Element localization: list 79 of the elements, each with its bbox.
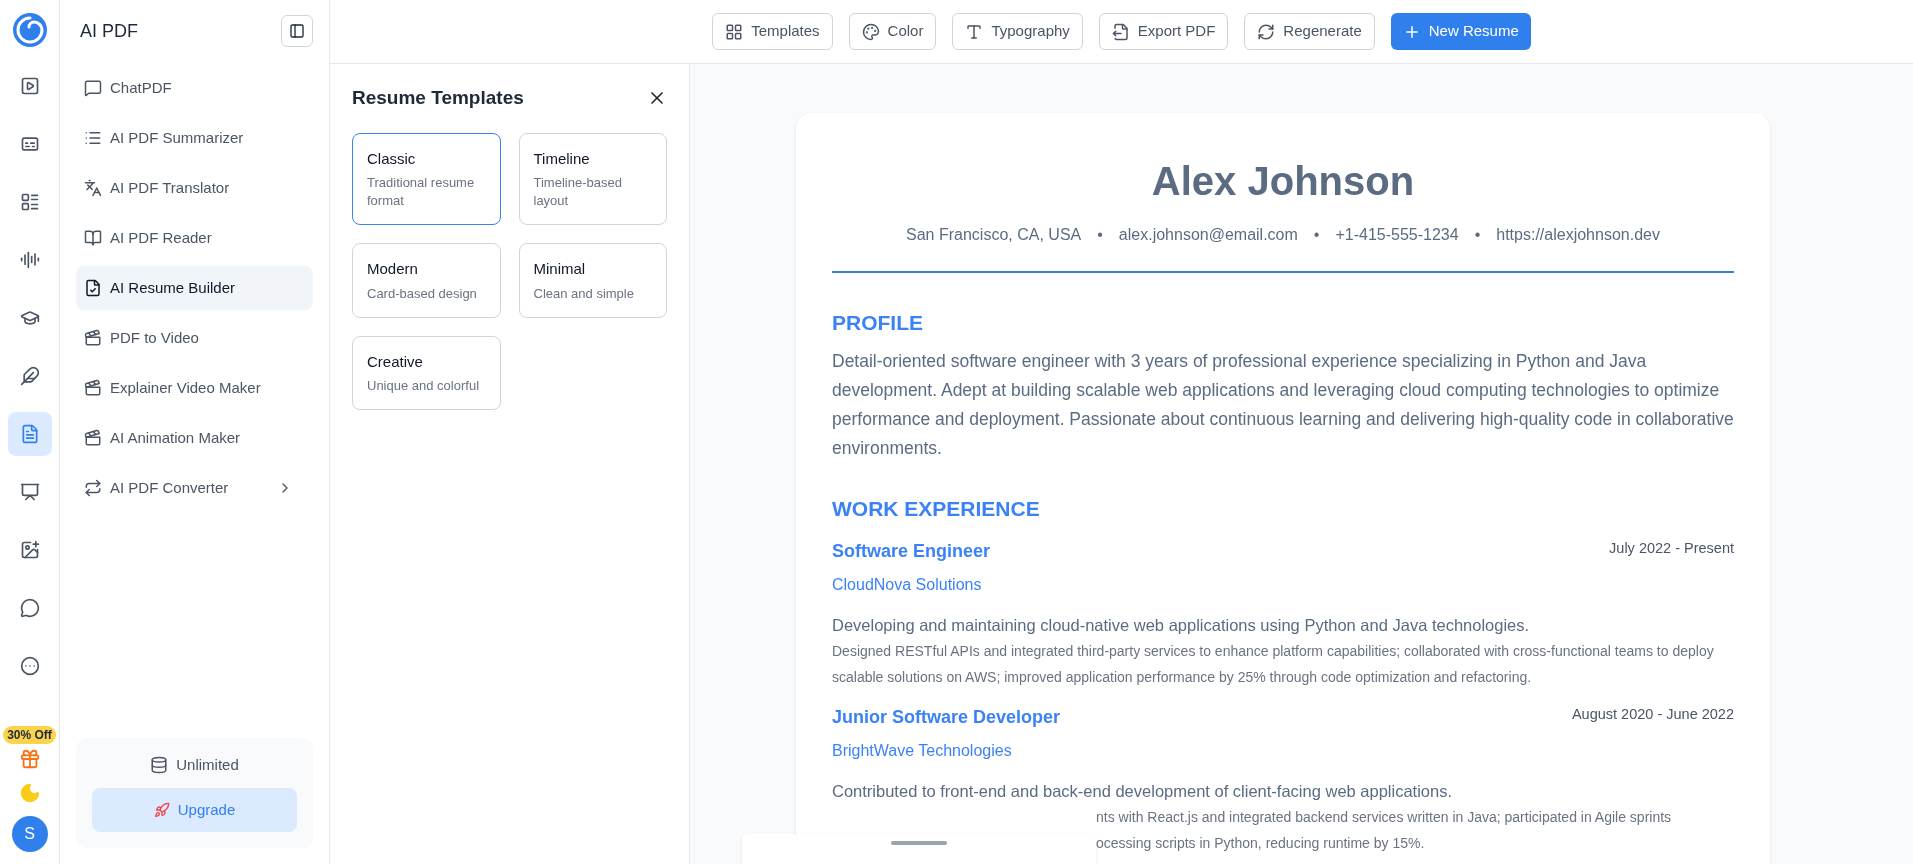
chat-bubble-icon [84,79,102,97]
section-heading: WORK EXPERIENCE [832,495,1041,522]
company-name: BrightWave Technologies [832,740,1013,761]
bullet-separator: • [1097,225,1103,245]
job-dates: August 2020 - June 2022 [1571,704,1734,724]
contact-info: alex.johnson@email.com [1118,225,1298,245]
rocket-icon [153,802,170,818]
template-card[interactable]: Creative Unique and colorful [352,335,501,410]
job-details: ocessing scripts in Python, reducing runtime by 15%. [1096,833,1426,853]
bullet-separator: • [1474,225,1481,245]
video-icon [84,329,102,347]
sidebar-item[interactable]: AI PDF Reader [76,216,313,260]
template-card[interactable]: Modern Card-based design [352,243,501,318]
image-sparkle-icon [19,540,40,560]
palette-icon [861,22,880,41]
job-details: nts with React.js and integrated backend services written in Java; participated in Agile sprints [1096,807,1673,827]
graduation-cap-icon [19,308,40,328]
gift-icon[interactable] [18,748,41,770]
plan-label: Unlimited [176,754,239,775]
audio-wave-icon [19,250,40,270]
video-icon [84,379,102,397]
toolbar-button[interactable]: Export PDF [1098,13,1229,50]
job-dates: July 2022 - Present [1609,539,1734,558]
sidebar-item[interactable]: AI PDF Converter [76,466,313,510]
job-details: Designed RESTful APIs and integrated third-party services to enhance platform capabilities; collaborated with cross-functional teams to deploy scalable solutions on AWS; improved application performance by 25% through code optimization and refactoring. [832,641,1715,687]
template-card[interactable]: Timeline Timeline-based layout [518,132,667,225]
open-book-icon [84,229,102,247]
drag-handle[interactable] [891,841,947,845]
job-summary: Developing and maintaining cloud-native web applications using Python and Java technologies. [832,615,1531,636]
company-name: CloudNova Solutions [832,575,983,595]
refresh-icon [1257,22,1276,41]
translate-icon [84,179,102,197]
grid-icon [725,22,744,41]
video-icon [84,429,102,447]
presentation-icon [19,482,40,502]
template-card[interactable]: Minimal Clean and simple [518,243,667,318]
chat-bubble-icon [19,598,40,618]
feather-pen-icon [19,366,40,386]
coins-stack-icon [150,755,169,774]
bullet-separator: • [1313,225,1320,245]
sidebar-item[interactable]: Explainer Video Maker [76,366,313,410]
sidebar-item[interactable]: ChatPDF [76,66,313,110]
job-summary: Contributed to front-end and back-end development of client-facing web applications. [832,780,1454,802]
job-title: Junior Software Developer [832,705,1061,729]
contact-info: +1-415-555-1234 [1335,225,1459,245]
panel-toggle-icon [289,23,305,39]
play-square-icon [19,76,40,96]
resume-name: Alex Johnson [1150,158,1416,205]
more-icon [19,656,40,676]
list-icon [84,129,102,147]
document-check-icon [84,279,102,297]
sidebar-item[interactable]: AI PDF Translator [76,166,313,210]
sidebar-title: AI PDF [80,19,138,43]
section-heading: PROFILE [832,310,924,336]
toolbar-button[interactable]: Typography [952,13,1083,50]
sidebar-item[interactable]: AI Animation Maker [76,416,313,460]
job-title: Software Engineer [832,540,991,563]
profile-paragraph: Detail-oriented software engineer with 3 years of professional experience specializing in Python and Java development. Adept at building scalable web applications and leveraging cloud computing technologies to optimize performance and deployment. Passionate about continuous learning and delivering high-quality code in collaborative environments. [832,349,1734,460]
convert-icon [84,479,102,497]
template-card[interactable]: Classic Traditional resume format [352,132,501,225]
list-icon [19,192,40,212]
text-icon [965,22,984,41]
toolbar-button[interactable]: Color [848,13,937,50]
user-avatar[interactable]: S [11,816,48,852]
discount-badge[interactable]: 30% Off [3,726,56,744]
sidebar-item[interactable]: AI PDF Summarizer [76,116,313,160]
sidebar-item[interactable]: AI Resume Builder [76,266,313,310]
toolbar-button[interactable]: Regenerate [1244,13,1375,50]
toolbar-button[interactable]: Templates [712,13,833,50]
toolbar-button[interactable]: New Resume [1390,13,1531,50]
sidebar-item[interactable]: PDF to Video [76,316,313,360]
sidebar-toggle-button[interactable] [281,15,313,47]
swirl-logo-icon[interactable] [11,12,48,48]
contact-info: https://alexjohnson.dev [1496,225,1660,245]
rail-nav-button[interactable] [7,412,52,456]
export-file-icon [1111,22,1130,41]
captions-icon [19,134,40,154]
contact-info: San Francisco, CA, USA [906,225,1082,245]
panel-title: Resume Templates [352,86,524,110]
